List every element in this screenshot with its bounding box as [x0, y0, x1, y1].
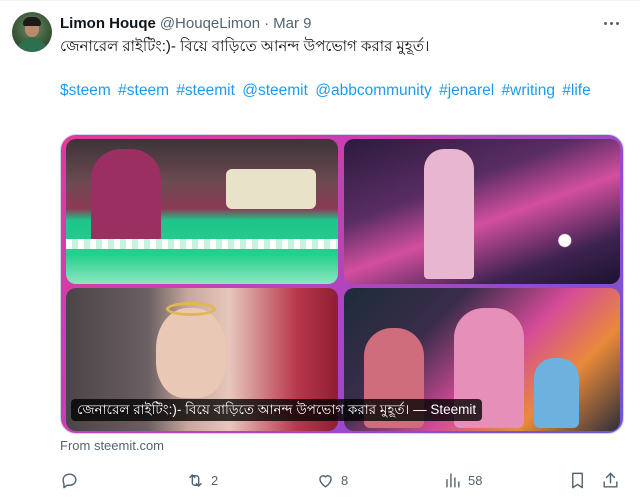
action-bar: 2 8 58 [60, 468, 624, 492]
card-image-cake-table [66, 139, 338, 284]
retweet-button[interactable]: 2 [186, 468, 218, 492]
hashtag-link[interactable]: #steem [118, 82, 169, 99]
hashtag-link[interactable]: #jenarel [439, 82, 494, 99]
card-source[interactable]: From steemit.com [60, 438, 164, 453]
separator-dot: · [264, 14, 270, 32]
views-count: 58 [468, 472, 483, 488]
bar-chart-icon [446, 472, 460, 488]
tweet-header: Limon Houqe @HouqeLimon · Mar 9 [60, 13, 311, 33]
avatar[interactable] [12, 12, 52, 52]
mention-link[interactable]: @abbcommunity [315, 82, 432, 99]
like-count: 8 [341, 472, 349, 488]
reply-icon [62, 472, 77, 488]
hashtag-link[interactable]: #writing [502, 82, 555, 99]
hashtag-link[interactable]: $steem [60, 82, 111, 99]
share-icon [603, 472, 618, 488]
author-handle[interactable]: @HouqeLimon [160, 15, 260, 32]
author-name[interactable]: Limon Houqe [60, 15, 156, 32]
retweet-count: 2 [211, 472, 219, 488]
link-preview-card[interactable]: জেনারেল রাইটিং:)- বিয়ে বাড়িতে আনন্দ উপ… [60, 134, 624, 434]
reply-button[interactable] [60, 468, 79, 492]
bookmark-icon [572, 472, 583, 488]
like-button[interactable]: 8 [316, 468, 348, 492]
share-button[interactable] [601, 468, 620, 492]
more-options-icon[interactable] [600, 13, 622, 33]
top-border [0, 0, 640, 1]
mention-link[interactable]: @steemit [242, 82, 308, 99]
hashtag-link[interactable]: #steemit [176, 82, 235, 99]
card-image-dancer [344, 139, 620, 284]
hashtag-link[interactable]: #life [562, 82, 590, 99]
bookmark-button[interactable] [568, 468, 587, 492]
tweet-text: জেনারেল রাইটিং:)- বিয়ে বাড়িতে আনন্দ উপ… [60, 38, 430, 55]
post-date[interactable]: Mar 9 [273, 15, 311, 32]
card-caption: জেনারেল রাইটিং:)- বিয়ে বাড়িতে আনন্দ উপ… [71, 399, 483, 421]
hashtag-list: $steem #steem #steemit @steemit @abbcomm… [60, 80, 620, 102]
heart-icon [319, 474, 332, 488]
views-button[interactable]: 58 [443, 468, 482, 492]
retweet-icon [189, 473, 202, 487]
